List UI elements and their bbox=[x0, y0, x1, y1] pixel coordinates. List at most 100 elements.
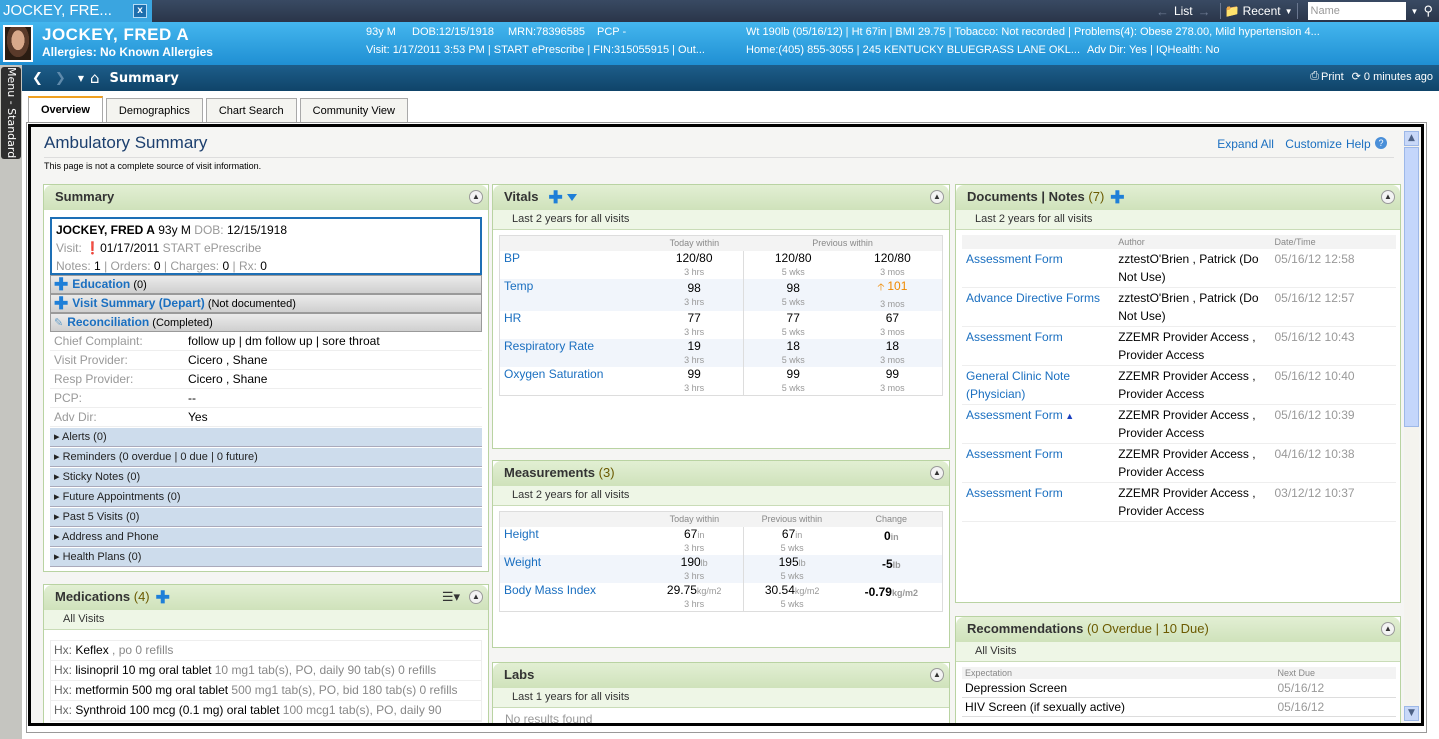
forward-icon[interactable]: ❯ bbox=[55, 71, 66, 86]
measurements-table: Today within Previous within Change Height… bbox=[499, 511, 943, 612]
document-row: Advance Directive Forms zztestO'Brien , P… bbox=[962, 287, 1396, 327]
visit-summary-section[interactable]: ✚ Visit Summary (Depart) (Not documented) bbox=[50, 294, 482, 313]
collapse-icon[interactable]: ▲ bbox=[930, 190, 944, 204]
back-icon[interactable]: ❮ bbox=[32, 71, 43, 86]
scroll-thumb[interactable] bbox=[1404, 147, 1419, 427]
print-icon[interactable]: ⎙ bbox=[1310, 70, 1319, 83]
measurement-name-link[interactable]: Weight bbox=[499, 555, 646, 583]
tab-chart-search[interactable]: Chart Search bbox=[205, 98, 297, 123]
list-button[interactable]: List bbox=[1174, 4, 1193, 18]
chevron-down-icon[interactable]: ▼ bbox=[1285, 7, 1293, 16]
document-link[interactable]: Advance Directive Forms bbox=[966, 291, 1100, 305]
vital-name-link[interactable]: Respiratory Rate bbox=[499, 339, 646, 367]
vital-name-link[interactable]: BP bbox=[500, 251, 646, 279]
reconciliation-icon: ✎ bbox=[54, 317, 64, 329]
help-icon[interactable]: ? bbox=[1375, 137, 1387, 149]
medication-item[interactable]: Hx: Keflex , po 0 refills bbox=[51, 641, 481, 661]
back-arrow-icon[interactable]: ← bbox=[1156, 4, 1169, 19]
add-document-icon[interactable]: ✚ bbox=[1110, 189, 1124, 206]
name-search-input[interactable]: Name bbox=[1307, 2, 1406, 20]
home-info: Home:(405) 855-3055 | 245 KENTUCKY BLUEG… bbox=[746, 44, 1081, 56]
vital-name-link[interactable]: Oxygen Saturation bbox=[500, 367, 646, 396]
recommendations-panel: Recommendations (0 Overdue | 10 Due) ▲ Al… bbox=[955, 616, 1401, 723]
expand-arrow-icon: ▸ bbox=[54, 471, 63, 483]
collapse-icon[interactable]: ▲ bbox=[930, 668, 944, 682]
expandable-section[interactable]: ▸ Future Appointments (0) bbox=[50, 488, 482, 507]
vital-name-link[interactable]: Temp bbox=[499, 279, 646, 311]
vitals-info: Wt 190lb (05/16/12) | Ht 67in | BMI 29.7… bbox=[746, 26, 1320, 38]
recommendation-row[interactable]: Depression Screen 05/16/12 bbox=[962, 679, 1396, 698]
expandable-section[interactable]: ▸ Sticky Notes (0) bbox=[50, 468, 482, 487]
vitals-row: Temp 98 3 hrs 98 5 wks 🡡 101 3 mos bbox=[499, 279, 943, 311]
document-link[interactable]: Assessment Form bbox=[966, 408, 1063, 422]
search-icon[interactable]: ⚲ bbox=[1423, 3, 1433, 19]
collapse-icon[interactable]: ▲ bbox=[1381, 190, 1395, 204]
document-row: Assessment Form ▲ ZZEMR Provider Access ,… bbox=[962, 404, 1396, 444]
add-vitals-icon[interactable]: ✚ bbox=[548, 189, 562, 206]
document-row: General Clinic Note (Physician) ZZEMR Pro… bbox=[962, 365, 1396, 405]
vital-name-link[interactable]: HR bbox=[500, 311, 646, 339]
help-link[interactable]: Help bbox=[1346, 137, 1371, 151]
expand-arrow-icon: ▸ bbox=[54, 531, 62, 543]
patient-tab[interactable]: JOCKEY, FRE... x bbox=[0, 0, 152, 22]
disclaimer: This page is not a complete source of vi… bbox=[44, 161, 262, 171]
dropdown-icon[interactable] bbox=[566, 194, 577, 202]
vitals-row: BP 120/80 3 hrs 120/80 5 wks 120/80 3 mos bbox=[500, 251, 943, 279]
collapse-icon[interactable]: ▲ bbox=[469, 590, 483, 604]
add-medication-icon[interactable]: ✚ bbox=[156, 589, 170, 606]
expandable-section[interactable]: ▸ Address and Phone bbox=[50, 528, 482, 547]
collapse-icon[interactable]: ▲ bbox=[930, 466, 944, 480]
age-sex: 93y M bbox=[366, 26, 396, 38]
expand-arrow-icon: ▸ bbox=[54, 451, 63, 463]
document-link[interactable]: Assessment Form bbox=[966, 447, 1063, 461]
scroll-down-icon[interactable]: ▼ bbox=[1404, 706, 1419, 721]
measurement-name-link[interactable]: Height bbox=[500, 527, 646, 555]
tab-bar: Overview Demographics Chart Search Commu… bbox=[28, 96, 411, 123]
chevron-down-icon[interactable]: ▼ bbox=[1411, 7, 1419, 16]
expandable-section[interactable]: ▸ Past 5 Visits (0) bbox=[50, 508, 482, 527]
document-link[interactable]: General Clinic Note (Physician) bbox=[966, 369, 1070, 401]
print-button[interactable]: Print bbox=[1321, 71, 1344, 83]
expandable-section[interactable]: ▸ Health Plans (0) bbox=[50, 548, 482, 567]
medication-item[interactable]: Hx: lisinopril 10 mg oral tablet 10 mg1 … bbox=[51, 661, 481, 681]
refresh-icon[interactable]: ⟳ bbox=[1352, 70, 1361, 83]
document-link[interactable]: Assessment Form bbox=[966, 252, 1063, 266]
menu-icon[interactable]: ☰▾ bbox=[442, 585, 460, 609]
expandable-section[interactable]: ▸ Alerts (0) bbox=[50, 428, 482, 447]
vitals-row: Respiratory Rate 19 3 hrs 18 5 wks 18 3 mos bbox=[499, 339, 943, 367]
add-icon[interactable]: ✚ bbox=[54, 276, 68, 293]
collapse-icon[interactable]: ▲ bbox=[1381, 622, 1395, 636]
forward-arrow-icon[interactable]: → bbox=[1198, 4, 1211, 19]
home-icon[interactable]: ⌂ bbox=[90, 69, 100, 87]
customize-link[interactable]: Customize bbox=[1285, 137, 1342, 151]
labs-panel: Labs ▲ Last 1 years for all visits No res… bbox=[492, 662, 950, 723]
document-link[interactable]: Assessment Form bbox=[966, 486, 1063, 500]
medication-item[interactable]: Hx: metformin 500 mg oral tablet 500 mg1… bbox=[51, 681, 481, 701]
reconciliation-section[interactable]: ✎ Reconciliation (Completed) bbox=[50, 313, 482, 332]
top-bar: JOCKEY, FRE... x ← List → 📁 Recent ▼ Nam… bbox=[0, 0, 1439, 22]
vitals-row: HR 77 3 hrs 77 5 wks 67 3 mos bbox=[500, 311, 943, 339]
add-icon[interactable]: ✚ bbox=[54, 295, 68, 312]
tab-demographics[interactable]: Demographics bbox=[105, 98, 203, 123]
recent-dropdown[interactable]: Recent bbox=[1243, 4, 1281, 18]
recommendations-table: Expectation Next Due Depression Screen 05/… bbox=[962, 667, 1396, 717]
summary-field: Adv Dir: Yes bbox=[50, 408, 482, 427]
menu-standard-button[interactable]: Menu - Standard bbox=[1, 67, 21, 159]
close-icon[interactable]: x bbox=[133, 4, 147, 18]
collapse-icon[interactable]: ▲ bbox=[469, 190, 483, 204]
expandable-section[interactable]: ▸ Reminders (0 overdue | 0 due | 0 futur… bbox=[50, 448, 482, 467]
side-menu: Menu - Standard bbox=[0, 65, 22, 739]
history-dropdown-icon[interactable]: ▼ bbox=[78, 74, 84, 83]
recommendation-row[interactable]: HIV Screen (if sexually active) 05/16/12 bbox=[962, 697, 1396, 717]
vertical-scrollbar[interactable]: ▲ ▼ bbox=[1404, 131, 1419, 721]
measurement-name-link[interactable]: Body Mass Index bbox=[500, 583, 646, 612]
document-link[interactable]: Assessment Form bbox=[966, 330, 1063, 344]
measurement-row: Weight 190lb 3 hrs 195lb 5 wks -5lb bbox=[499, 555, 943, 583]
medication-item[interactable]: Hx: Synthroid 100 mcg (0.1 mg) oral tabl… bbox=[51, 701, 481, 721]
education-section[interactable]: ✚ Education (0) bbox=[50, 275, 482, 294]
scroll-up-icon[interactable]: ▲ bbox=[1404, 131, 1419, 146]
expand-all-link[interactable]: Expand All bbox=[1217, 137, 1274, 151]
adv-dir-info: Adv Dir: Yes | IQHealth: No bbox=[1087, 44, 1220, 56]
tab-overview[interactable]: Overview bbox=[28, 96, 103, 123]
tab-community-view[interactable]: Community View bbox=[299, 98, 408, 123]
